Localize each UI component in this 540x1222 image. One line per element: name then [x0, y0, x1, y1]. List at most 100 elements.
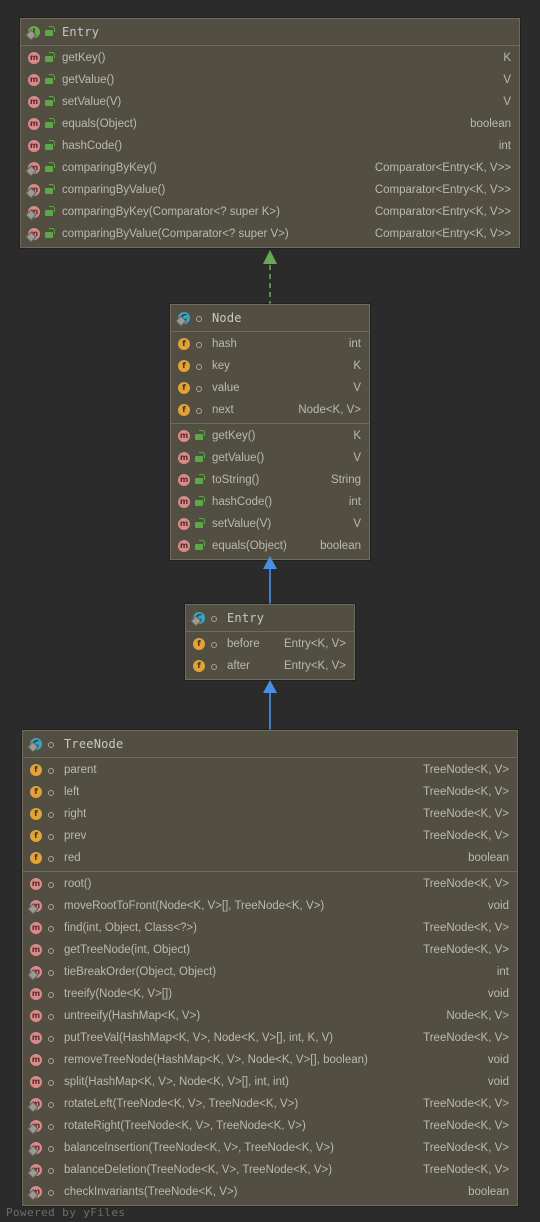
member-row[interactable]: m find(int, Object, Class<?>) TreeNode<K… — [23, 917, 517, 939]
member-type: int — [348, 338, 361, 350]
member-row[interactable]: m tieBreakOrder(Object, Object) int — [23, 961, 517, 983]
visibility-public-icon — [194, 451, 205, 465]
member-type: int — [348, 496, 361, 508]
field-icon: f — [29, 829, 43, 843]
member-name: value — [212, 382, 240, 394]
member-row[interactable]: f next Node<K, V> — [171, 399, 369, 421]
member-name: hash — [212, 338, 237, 350]
member-row[interactable]: f before Entry<K, V> — [186, 633, 354, 655]
field-icon: f — [29, 851, 43, 865]
member-row[interactable]: f prev TreeNode<K, V> — [23, 825, 517, 847]
field-icon: f — [29, 785, 43, 799]
member-row[interactable]: m hashCode() int — [21, 135, 519, 157]
member-row[interactable]: f parent TreeNode<K, V> — [23, 759, 517, 781]
member-row[interactable]: m comparingByKey(Comparator<? super K>) … — [21, 201, 519, 223]
member-row[interactable]: f value V — [171, 377, 369, 399]
visibility-package-icon — [46, 987, 57, 1001]
visibility-package-icon — [46, 737, 57, 751]
method-icon: m — [178, 518, 190, 530]
member-name: key — [212, 360, 230, 372]
member-row[interactable]: m untreeify(HashMap<K, V>) Node<K, V> — [23, 1005, 517, 1027]
visibility-public-icon — [44, 139, 55, 153]
member-name: comparingByKey() — [62, 162, 157, 174]
method-icon: m — [178, 496, 190, 508]
member-row[interactable]: m setValue(V) V — [171, 513, 369, 535]
visibility-public-icon — [44, 117, 55, 131]
member-name: right — [64, 808, 87, 820]
member-row[interactable]: m setValue(V) V — [21, 91, 519, 113]
class-box-title: I Entry — [21, 19, 519, 46]
method-icon: m — [30, 878, 42, 890]
class-box-treenode[interactable]: C TreeNode f parent TreeNode<K, V> f lef… — [22, 730, 518, 1206]
member-row[interactable]: f key K — [171, 355, 369, 377]
member-row[interactable]: m rotateLeft(TreeNode<K, V>, TreeNode<K,… — [23, 1093, 517, 1115]
class-name: Entry — [62, 25, 100, 39]
member-row[interactable]: m equals(Object) boolean — [171, 535, 369, 557]
class-box-node[interactable]: C Node f hash int f key K f value V f ne… — [170, 304, 370, 560]
member-row[interactable]: m comparingByKey() Comparator<Entry<K, V… — [21, 157, 519, 179]
member-row[interactable]: m getValue() V — [21, 69, 519, 91]
member-row[interactable]: m putTreeVal(HashMap<K, V>, Node<K, V>[]… — [23, 1027, 517, 1049]
member-row[interactable]: m balanceInsertion(TreeNode<K, V>, TreeN… — [23, 1137, 517, 1159]
member-name: getTreeNode(int, Object) — [64, 944, 191, 956]
member-name: before — [227, 638, 260, 650]
member-type: Entry<K, V> — [283, 660, 346, 672]
member-row[interactable]: m getTreeNode(int, Object) TreeNode<K, V… — [23, 939, 517, 961]
watermark: Powered by yFiles — [6, 1206, 126, 1219]
uml-diagram-canvas: I Entry m getKey() K m getValue() V m se… — [0, 0, 540, 1222]
member-row[interactable]: m comparingByValue(Comparator<? super V>… — [21, 223, 519, 245]
member-row[interactable]: f after Entry<K, V> — [186, 655, 354, 677]
member-name: red — [64, 852, 81, 864]
member-row[interactable]: m hashCode() int — [171, 491, 369, 513]
member-name: checkInvariants(TreeNode<K, V>) — [64, 1186, 238, 1198]
member-type: void — [487, 900, 509, 912]
class-box-title: C Node — [171, 305, 369, 332]
member-row[interactable]: m checkInvariants(TreeNode<K, V>) boolea… — [23, 1181, 517, 1203]
member-row[interactable]: m getKey() K — [171, 425, 369, 447]
member-type: boolean — [320, 540, 361, 552]
member-row[interactable]: m getValue() V — [171, 447, 369, 469]
class-box-entry-class[interactable]: C Entry f before Entry<K, V> f after Ent… — [185, 604, 355, 680]
visibility-public-icon — [44, 51, 55, 65]
edge-node-implements-entry — [262, 250, 278, 306]
member-type: TreeNode<K, V> — [423, 1098, 509, 1110]
member-type: int — [498, 140, 511, 152]
member-row[interactable]: m comparingByValue() Comparator<Entry<K,… — [21, 179, 519, 201]
member-row[interactable]: m rotateRight(TreeNode<K, V>, TreeNode<K… — [23, 1115, 517, 1137]
field-icon: f — [177, 403, 191, 417]
class-name: TreeNode — [64, 737, 124, 751]
visibility-package-icon — [46, 829, 57, 843]
member-row[interactable]: m moveRootToFront(Node<K, V>[], TreeNode… — [23, 895, 517, 917]
member-row[interactable]: f red boolean — [23, 847, 517, 869]
member-type: Comparator<Entry<K, V>> — [374, 228, 511, 240]
visibility-package-icon — [209, 659, 220, 673]
member-row[interactable]: m root() TreeNode<K, V> — [23, 873, 517, 895]
method-icon: m — [178, 452, 190, 464]
member-type: V — [503, 74, 511, 86]
member-row[interactable]: m equals(Object) boolean — [21, 113, 519, 135]
static-method-icon: m — [29, 1097, 43, 1111]
static-method-icon: m — [27, 161, 41, 175]
member-type: K — [503, 52, 511, 64]
member-name: getValue() — [212, 452, 265, 464]
edge-treenode-extends-entry — [262, 680, 278, 730]
member-row[interactable]: f right TreeNode<K, V> — [23, 803, 517, 825]
class-box-title: C TreeNode — [23, 731, 517, 758]
member-name: toString() — [212, 474, 260, 486]
field-icon: f — [29, 807, 43, 821]
fields-section: f before Entry<K, V> f after Entry<K, V> — [186, 632, 354, 679]
class-box-entry-interface[interactable]: I Entry m getKey() K m getValue() V m se… — [20, 18, 520, 248]
member-row[interactable]: m getKey() K — [21, 47, 519, 69]
member-row[interactable]: m removeTreeNode(HashMap<K, V>, Node<K, … — [23, 1049, 517, 1071]
member-row[interactable]: m treeify(Node<K, V>[]) void — [23, 983, 517, 1005]
member-row[interactable]: f left TreeNode<K, V> — [23, 781, 517, 803]
member-row[interactable]: m balanceDeletion(TreeNode<K, V>, TreeNo… — [23, 1159, 517, 1181]
member-type: TreeNode<K, V> — [423, 808, 509, 820]
member-row[interactable]: m split(HashMap<K, V>, Node<K, V>[], int… — [23, 1071, 517, 1093]
member-row[interactable]: m toString() String — [171, 469, 369, 491]
visibility-public-icon — [44, 73, 55, 87]
member-name: moveRootToFront(Node<K, V>[], TreeNode<K… — [64, 900, 325, 912]
visibility-public-icon — [194, 473, 205, 487]
class-icon: C — [192, 611, 206, 625]
member-row[interactable]: f hash int — [171, 333, 369, 355]
